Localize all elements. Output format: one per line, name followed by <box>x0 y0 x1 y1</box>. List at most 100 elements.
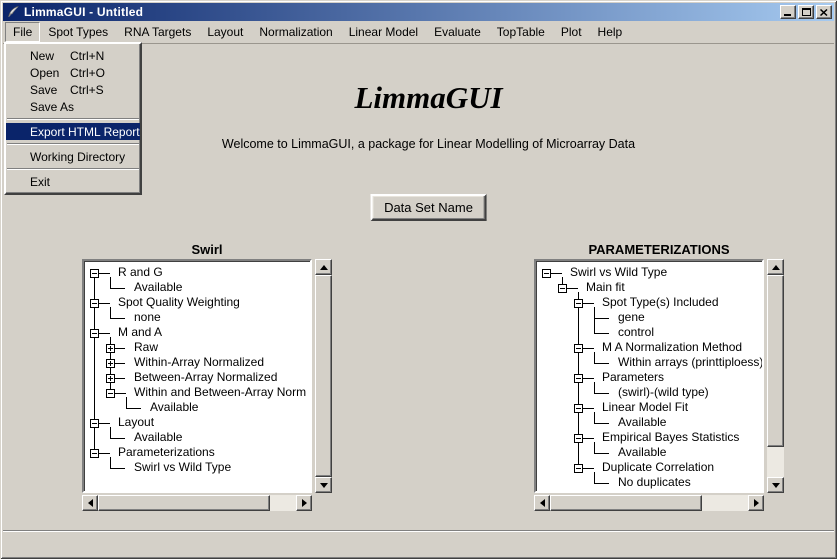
tree-collapse-icon[interactable] <box>90 449 99 458</box>
data-set-name-button[interactable]: Data Set Name <box>370 194 487 221</box>
tree-line <box>550 273 562 274</box>
scroll-right-button[interactable] <box>748 495 764 511</box>
tree-collapse-icon[interactable] <box>574 404 583 413</box>
scroll-down-button[interactable] <box>767 477 784 493</box>
tree-node-label[interactable]: control <box>618 325 654 340</box>
tree-node-label[interactable]: Linear Model Fit <box>602 400 688 415</box>
tree-collapse-icon[interactable] <box>574 434 583 443</box>
maximize-button[interactable] <box>798 5 814 19</box>
menubar-item-plot[interactable]: Plot <box>553 22 590 42</box>
tree-expand-icon[interactable] <box>106 359 115 368</box>
tree-node-label[interactable]: Available <box>618 445 666 460</box>
close-button[interactable] <box>816 5 832 19</box>
parameterizations-tree-panel: PARAMETERIZATIONS Swirl vs Wild TypeMain… <box>534 242 784 511</box>
tree-line <box>110 468 125 469</box>
tree-node-label[interactable]: Raw <box>134 340 158 355</box>
tree-collapse-icon[interactable] <box>574 344 583 353</box>
scroll-right-button[interactable] <box>296 495 312 511</box>
scroll-left-button[interactable] <box>82 495 98 511</box>
tree-node-label[interactable]: Empirical Bayes Statistics <box>602 430 739 445</box>
tree-node-label[interactable]: Main fit <box>586 280 625 295</box>
tree-node-label[interactable]: No duplicates <box>618 475 691 490</box>
maximize-icon <box>802 8 811 16</box>
tree-line <box>98 273 110 274</box>
menu-item-open[interactable]: OpenCtrl+O <box>6 64 140 81</box>
minimize-button[interactable] <box>780 5 796 19</box>
menubar-item-evaluate[interactable]: Evaluate <box>426 22 489 42</box>
horizontal-scroll-thumb[interactable] <box>550 495 702 511</box>
tree-node-label[interactable]: Layout <box>118 415 154 430</box>
tree-collapse-icon[interactable] <box>90 329 99 338</box>
scroll-up-button[interactable] <box>767 259 784 275</box>
tree-collapse-icon[interactable] <box>574 299 583 308</box>
tree-collapse-icon[interactable] <box>90 299 99 308</box>
scroll-down-button[interactable] <box>315 477 332 493</box>
tree-collapse-icon[interactable] <box>558 284 567 293</box>
menu-item-new[interactable]: NewCtrl+N <box>6 47 140 64</box>
tree-collapse-icon[interactable] <box>574 464 583 473</box>
tree-collapse-icon[interactable] <box>106 389 115 398</box>
file-menu-dropdown: NewCtrl+NOpenCtrl+OSaveCtrl+SSave As Expo… <box>4 42 142 195</box>
tree-expand-icon[interactable] <box>106 374 115 383</box>
horizontal-scroll-thumb[interactable] <box>98 495 270 511</box>
menubar-item-spot-types[interactable]: Spot Types <box>40 22 116 42</box>
menu-item-export-html-report[interactable]: Export HTML Report <box>6 123 140 140</box>
parameterizations-tree-horizontal-scrollbar[interactable] <box>534 495 764 511</box>
tree-line <box>110 277 111 288</box>
tree-collapse-icon[interactable] <box>90 269 99 278</box>
tree-node-label[interactable]: Swirl vs Wild Type <box>570 265 667 280</box>
scroll-up-icon <box>320 265 328 270</box>
vertical-scroll-thumb[interactable] <box>315 275 332 477</box>
tree-node-label[interactable]: Available <box>618 415 666 430</box>
tree-node-label[interactable]: Spot Type(s) Included <box>602 295 719 310</box>
tree-node-label[interactable]: Swirl vs Wild Type <box>134 460 231 475</box>
tree-collapse-icon[interactable] <box>90 419 99 428</box>
swirl-tree-vertical-scrollbar[interactable] <box>315 259 332 493</box>
tree-node-label[interactable]: Within and Between-Array Norm <box>134 385 306 400</box>
menu-item-save-as[interactable]: Save As <box>6 98 140 115</box>
tree-node-label[interactable]: M A Normalization Method <box>602 340 742 355</box>
menubar-item-linear-model[interactable]: Linear Model <box>341 22 426 42</box>
menu-item-exit[interactable]: Exit <box>6 173 140 190</box>
tree-node-label[interactable]: Available <box>134 430 182 445</box>
tree-node-label[interactable]: Duplicate Correlation <box>602 460 714 475</box>
menubar-item-file[interactable]: File <box>5 22 40 42</box>
swirl-tree-canvas[interactable]: R and GAvailableSpot Quality Weightingno… <box>84 261 310 491</box>
titlebar: LimmaGUI - Untitled <box>3 3 834 21</box>
tree-line <box>594 453 609 454</box>
tree-node-label[interactable]: Between-Array Normalized <box>134 370 277 385</box>
tree-node-label[interactable]: Within arrays (printtiploess) a <box>618 355 762 370</box>
tree-node-label[interactable]: Available <box>150 400 198 415</box>
menu-item-working-directory[interactable]: Working Directory <box>6 148 140 165</box>
menu-item-save[interactable]: SaveCtrl+S <box>6 81 140 98</box>
tree-node-label[interactable]: Available <box>134 280 182 295</box>
tree-node-label[interactable]: none <box>134 310 161 325</box>
scroll-left-button[interactable] <box>534 495 550 511</box>
parameterizations-tree-canvas[interactable]: Swirl vs Wild TypeMain fitSpot Type(s) I… <box>536 261 762 491</box>
tree-line <box>126 408 141 409</box>
menubar-item-normalization[interactable]: Normalization <box>251 22 340 42</box>
scroll-up-button[interactable] <box>315 259 332 275</box>
tree-expand-icon[interactable] <box>106 344 115 353</box>
tree-node-label[interactable]: Spot Quality Weighting <box>118 295 240 310</box>
menubar-item-layout[interactable]: Layout <box>199 22 251 42</box>
tree-node-label[interactable]: Parameters <box>602 370 664 385</box>
tree-node-label[interactable]: R and G <box>118 265 163 280</box>
tree-node-label[interactable]: gene <box>618 310 645 325</box>
swirl-tree-horizontal-scrollbar[interactable] <box>82 495 312 511</box>
menubar-item-toptable[interactable]: TopTable <box>489 22 553 42</box>
tree-node-label[interactable]: Within-Array Normalized <box>134 355 264 370</box>
tree-node-label[interactable]: M and A <box>118 325 162 340</box>
parameterizations-tree-vertical-scrollbar[interactable] <box>767 259 784 493</box>
menu-separator <box>7 118 139 120</box>
tree-collapse-icon[interactable] <box>542 269 551 278</box>
menubar-item-rna-targets[interactable]: RNA Targets <box>116 22 199 42</box>
tree-collapse-icon[interactable] <box>574 374 583 383</box>
tree-node-label[interactable]: (swirl)-(wild type) <box>618 385 709 400</box>
scroll-up-icon <box>772 265 780 270</box>
tree-line <box>594 412 595 423</box>
vertical-scroll-thumb[interactable] <box>767 275 784 447</box>
tree-line <box>98 453 110 454</box>
menubar-item-help[interactable]: Help <box>590 22 631 42</box>
tree-node-label[interactable]: Parameterizations <box>118 445 215 460</box>
